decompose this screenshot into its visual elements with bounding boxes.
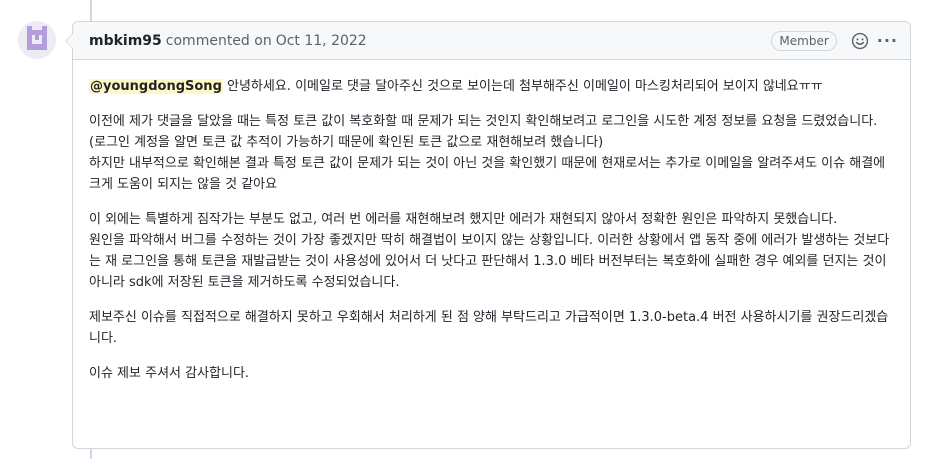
comment-box: mbkim95 commented on Oct 11, 2022 Member… [65,21,911,449]
avatar-identicon [18,21,56,59]
comment-paragraph-5: 이슈 제보 주셔서 감사합니다. [89,366,250,381]
comment-paragraph-2: 이전에 제가 댓글을 달았을 때는 특정 토큰 값이 복호화할 때 문제가 되는… [89,114,886,192]
member-badge: Member [771,30,837,51]
comment-action-text: commented on [165,32,272,49]
comment-paragraph-1-text: 안녕하세요. 이메일로 댓글 달아주신 것으로 보이는데 첨부해주신 이메일이 … [222,79,823,94]
kebab-horizontal-icon[interactable]: ··· [877,32,898,49]
comment-header: mbkim95 commented on Oct 11, 2022 Member… [73,22,910,60]
comment-author-link[interactable]: mbkim95 [89,33,162,49]
comment-header-actions: Member ··· [771,30,910,51]
comment-body: @youngdongSong 안녕하세요. 이메일로 댓글 달아주신 것으로 보… [73,60,910,384]
comment-paragraph-1: @youngdongSong 안녕하세요. 이메일로 댓글 달아주신 것으로 보… [89,76,894,97]
comment-paragraph-4: 제보주신 이슈를 직접적으로 해결하지 못하고 우회해서 처리하게 된 점 양해… [89,310,889,346]
smiley-icon[interactable] [851,32,869,50]
comment-timestamp-link[interactable]: Oct 11, 2022 [276,33,367,49]
comment-caret-fill [66,34,73,48]
comment-paragraph-3: 이 외에는 특별하게 짐작가는 부분도 없고, 여러 번 에러를 재현해보려 했… [89,212,890,290]
user-mention-link[interactable]: @youngdongSong [89,79,223,94]
avatar[interactable] [18,21,56,59]
